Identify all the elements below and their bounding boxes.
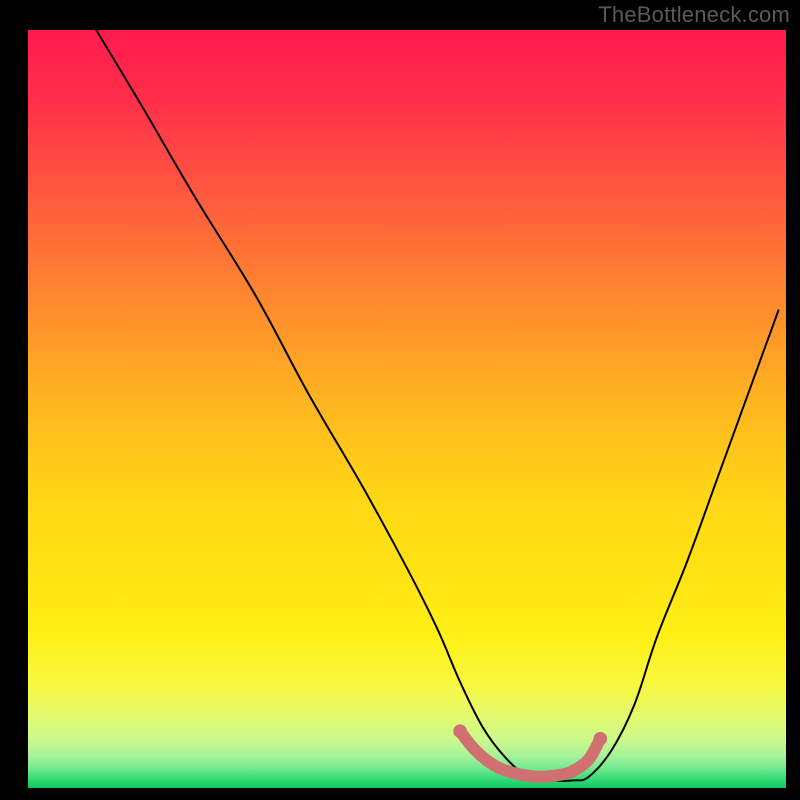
highlight-endpoint xyxy=(593,732,607,746)
highlight-band xyxy=(460,731,600,777)
plot-area xyxy=(28,30,786,788)
bottleneck-curve xyxy=(96,30,778,781)
watermark-text: TheBottleneck.com xyxy=(598,2,790,28)
highlight-endpoint xyxy=(453,724,467,738)
chart-frame: TheBottleneck.com xyxy=(0,0,800,800)
curve-layer xyxy=(28,30,786,788)
